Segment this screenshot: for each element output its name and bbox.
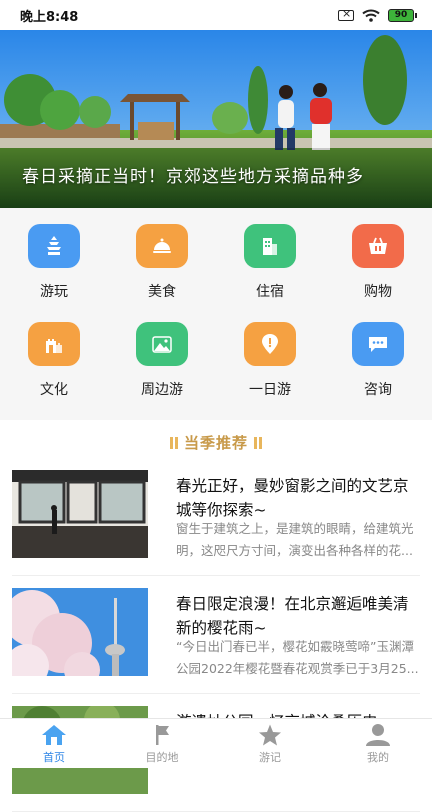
category-label: 美食 — [148, 281, 176, 301]
article-summary: 窗生于建筑之上，是建筑的眼睛，给建筑光明，这咫尺方寸间，演变出各种各样的花... — [176, 518, 422, 562]
tab-travel-notes[interactable]: 游记 — [216, 719, 324, 768]
category-label: 咨询 — [364, 379, 392, 399]
home-icon — [40, 723, 68, 747]
category-gouwu[interactable]: 购物 — [324, 224, 432, 322]
title-decoration-left — [170, 437, 178, 449]
user-icon — [364, 723, 392, 747]
article-title: 春日限定浪漫！在北京邂逅唯美清新的樱花雨~ — [176, 592, 416, 640]
great-wall-icon — [28, 322, 80, 366]
food-cloche-icon — [136, 224, 188, 268]
pagoda-icon — [28, 224, 80, 268]
section-title-text: 当季推荐 — [184, 434, 248, 452]
category-wenhua[interactable]: 文化 — [0, 322, 108, 420]
chat-bubble-icon — [352, 322, 404, 366]
shopping-basket-icon — [352, 224, 404, 268]
tab-destination[interactable]: 目的地 — [108, 719, 216, 768]
no-sim-icon — [338, 10, 354, 21]
category-label: 游玩 — [40, 281, 68, 301]
status-icons: 90 — [338, 9, 414, 22]
category-zhoubianyou[interactable]: 周边游 — [108, 322, 216, 420]
wifi-icon — [362, 9, 380, 22]
tab-label: 目的地 — [146, 749, 179, 765]
tab-profile[interactable]: 我的 — [324, 719, 432, 768]
map-pin-icon — [244, 322, 296, 366]
flag-icon — [148, 723, 176, 747]
category-label: 一日游 — [249, 379, 291, 399]
tab-home[interactable]: 首页 — [0, 719, 108, 768]
building-icon — [244, 224, 296, 268]
tab-label: 我的 — [367, 749, 389, 765]
mountain-icon — [136, 322, 188, 366]
category-grid: 游玩 美食 住宿 购物 文化 周边游 一日游 — [0, 208, 432, 420]
tab-label: 首页 — [43, 749, 65, 765]
category-zhusu[interactable]: 住宿 — [216, 224, 324, 322]
category-label: 购物 — [364, 281, 392, 301]
tab-label: 游记 — [259, 749, 281, 765]
article-item[interactable]: 春日限定浪漫！在北京邂逅唯美清新的樱花雨~ “今日出门春已半，樱花如霰晓莺啼”玉… — [12, 576, 420, 694]
article-thumbnail — [12, 588, 148, 676]
category-yiriyou[interactable]: 一日游 — [216, 322, 324, 420]
article-summary: “今日出门春已半，樱花如霰晓莺啼”玉渊潭公园2022年樱花暨春花观赏季已于3月2… — [176, 636, 422, 680]
status-time: 晚上8:48 — [20, 6, 78, 25]
title-decoration-right — [254, 437, 262, 449]
bottom-tab-bar: 首页 目的地 游记 我的 — [0, 718, 432, 768]
banner-carousel[interactable]: 春日采摘正当时！京郊这些地方采摘品种多 — [0, 30, 432, 208]
section-title: 当季推荐 — [0, 432, 432, 453]
category-label: 住宿 — [256, 281, 284, 301]
category-label: 文化 — [40, 379, 68, 399]
battery-indicator: 90 — [388, 9, 414, 22]
category-meishi[interactable]: 美食 — [108, 224, 216, 322]
status-bar: 晚上8:48 90 — [0, 0, 432, 30]
article-item[interactable]: 春光正好，曼妙窗影之间的文艺京城等你探索~ 窗生于建筑之上，是建筑的眼睛，给建筑… — [12, 458, 420, 576]
category-label: 周边游 — [141, 379, 183, 399]
article-title: 春光正好，曼妙窗影之间的文艺京城等你探索~ — [176, 474, 416, 522]
star-icon — [256, 723, 284, 747]
category-youwan[interactable]: 游玩 — [0, 224, 108, 322]
article-thumbnail — [12, 470, 148, 558]
category-zixun[interactable]: 咨询 — [324, 322, 432, 420]
banner-caption: 春日采摘正当时！京郊这些地方采摘品种多 — [22, 162, 364, 187]
